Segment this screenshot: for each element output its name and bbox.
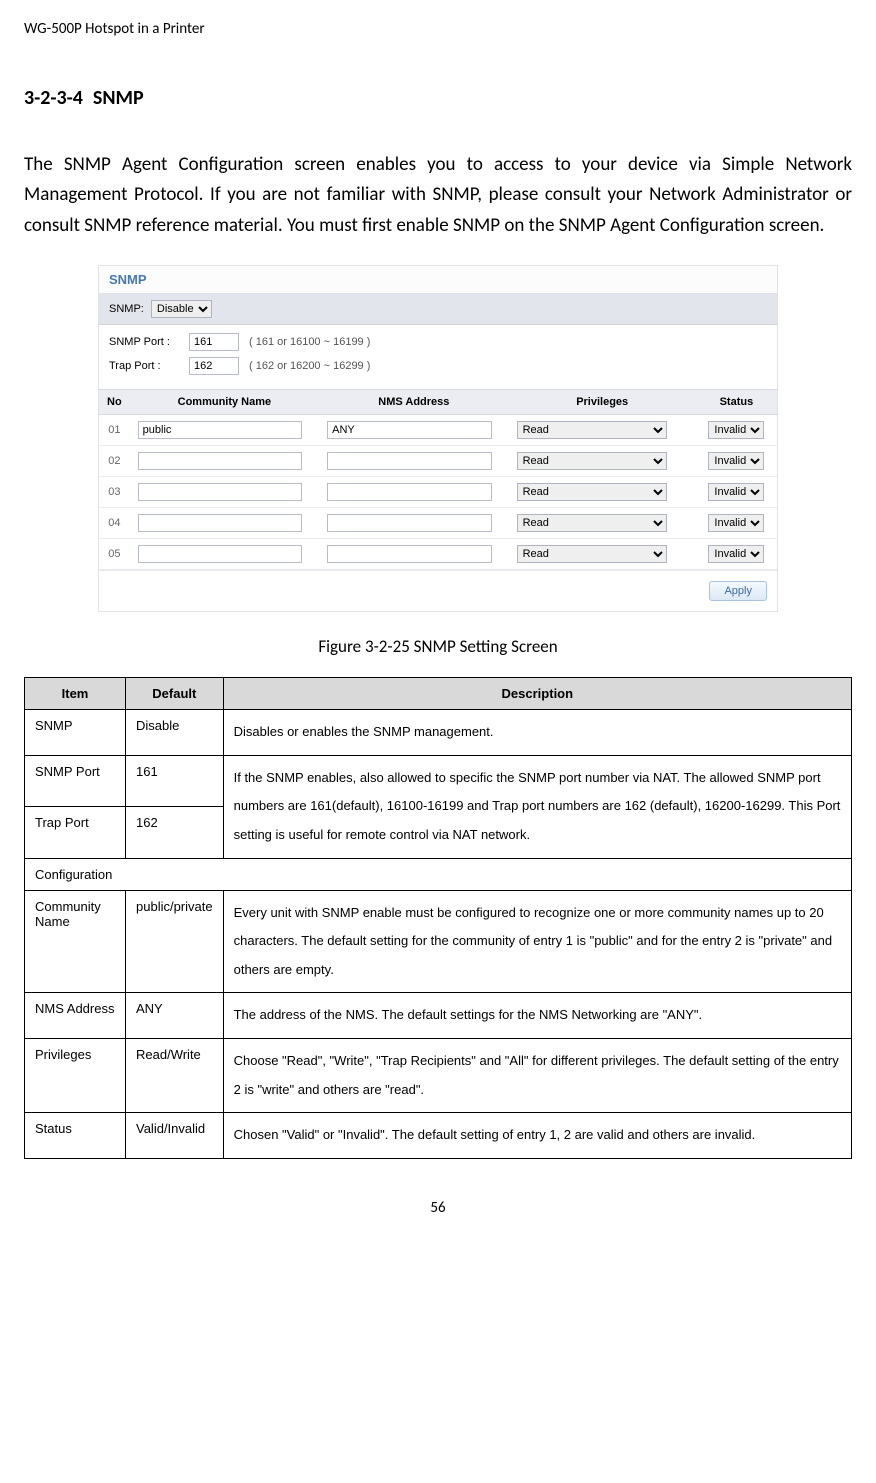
cell-no: 02 [99,446,130,477]
snmp-panel-title: SNMP [99,266,777,294]
community-input[interactable] [138,545,303,563]
table-row: 01 Read Invalid [99,415,777,446]
snmp-port-input[interactable] [189,333,239,351]
document-header: WG-500P Hotspot in a Printer [24,20,852,38]
cell-no: 05 [99,539,130,570]
snmp-port-label: SNMP Port : [109,336,189,348]
snmp-ports-block: SNMP Port : ( 161 or 16100 ~ 16199 ) Tra… [99,325,777,389]
th-item: Item [25,678,126,710]
th-default: Default [126,678,224,710]
cell-item: Community Name [25,890,126,993]
cell-item: Trap Port [25,807,126,858]
figure-caption: Figure 3-2-25 SNMP Setting Screen [24,636,852,657]
page-number: 56 [24,1199,852,1217]
cell-desc: Disables or enables the SNMP management. [223,710,851,756]
status-select[interactable]: Invalid [708,483,764,501]
intro-paragraph: The SNMP Agent Configuration screen enab… [24,150,852,241]
cell-no: 01 [99,415,130,446]
nms-input[interactable] [327,483,492,501]
th-description: Description [223,678,851,710]
table-row: SNMP Disable Disables or enables the SNM… [25,710,852,756]
table-row: 02 Read Invalid [99,446,777,477]
community-input[interactable] [138,514,303,532]
table-row: NMS Address ANY The address of the NMS. … [25,993,852,1039]
info-table: Item Default Description SNMP Disable Di… [24,677,852,1159]
section-heading: 3-2-3-4 SNMP [24,86,852,110]
nms-input[interactable] [327,514,492,532]
col-nms: NMS Address [319,390,508,415]
privileges-select[interactable]: Read [517,545,667,563]
table-row: 03 Read Invalid [99,477,777,508]
snmp-enable-bar: SNMP: Disable [99,294,777,325]
snmp-screenshot: SNMP SNMP: Disable SNMP Port : ( 161 or … [98,265,778,612]
status-select[interactable]: Invalid [708,545,764,563]
col-no: No [99,390,130,415]
privileges-select[interactable]: Read [517,421,667,439]
cell-default: 162 [126,807,224,858]
cell-desc: Every unit with SNMP enable must be conf… [223,890,851,993]
cell-desc: The address of the NMS. The default sett… [223,993,851,1039]
cell-desc: Chosen "Valid" or "Invalid". The default… [223,1113,851,1159]
community-input[interactable] [138,421,303,439]
cell-no: 04 [99,508,130,539]
cell-default: Read/Write [126,1038,224,1112]
privileges-select[interactable]: Read [517,514,667,532]
table-row: 04 Read Invalid [99,508,777,539]
snmp-label: SNMP: [109,303,144,315]
snmp-port-hint: ( 161 or 16100 ~ 16199 ) [249,336,370,348]
table-row: Community Name public/private Every unit… [25,890,852,993]
snmp-table: No Community Name NMS Address Privileges… [99,389,777,570]
cell-item: SNMP [25,710,126,756]
cell-no: 03 [99,477,130,508]
status-select[interactable]: Invalid [708,452,764,470]
cell-item: Privileges [25,1038,126,1112]
cell-desc: If the SNMP enables, also allowed to spe… [223,755,851,858]
cell-default: Valid/Invalid [126,1113,224,1159]
nms-input[interactable] [327,452,492,470]
table-row: Privileges Read/Write Choose "Read", "Wr… [25,1038,852,1112]
table-row: Status Valid/Invalid Chosen "Valid" or "… [25,1113,852,1159]
status-select[interactable]: Invalid [708,421,764,439]
snmp-select[interactable]: Disable [151,300,212,318]
cell-item: NMS Address [25,993,126,1039]
section-title: SNMP [93,86,144,110]
section-number: 3-2-3-4 [24,86,83,110]
community-input[interactable] [138,452,303,470]
community-input[interactable] [138,483,303,501]
col-privileges: Privileges [509,390,696,415]
cell-item: Status [25,1113,126,1159]
table-row: 05 Read Invalid [99,539,777,570]
apply-button[interactable]: Apply [709,581,767,601]
trap-port-hint: ( 162 or 16200 ~ 16299 ) [249,360,370,372]
privileges-select[interactable]: Read [517,483,667,501]
trap-port-input[interactable] [189,357,239,375]
privileges-select[interactable]: Read [517,452,667,470]
cell-default: 161 [126,755,224,806]
nms-input[interactable] [327,421,492,439]
cell-default: Disable [126,710,224,756]
status-select[interactable]: Invalid [708,514,764,532]
nms-input[interactable] [327,545,492,563]
trap-port-label: Trap Port : [109,360,189,372]
cell-configuration: Configuration [25,858,852,890]
table-row: Configuration [25,858,852,890]
table-row: SNMP Port 161 If the SNMP enables, also … [25,755,852,806]
cell-item: SNMP Port [25,755,126,806]
col-status: Status [696,390,777,415]
cell-desc: Choose "Read", "Write", "Trap Recipients… [223,1038,851,1112]
cell-default: ANY [126,993,224,1039]
col-community: Community Name [130,390,319,415]
cell-default: public/private [126,890,224,993]
